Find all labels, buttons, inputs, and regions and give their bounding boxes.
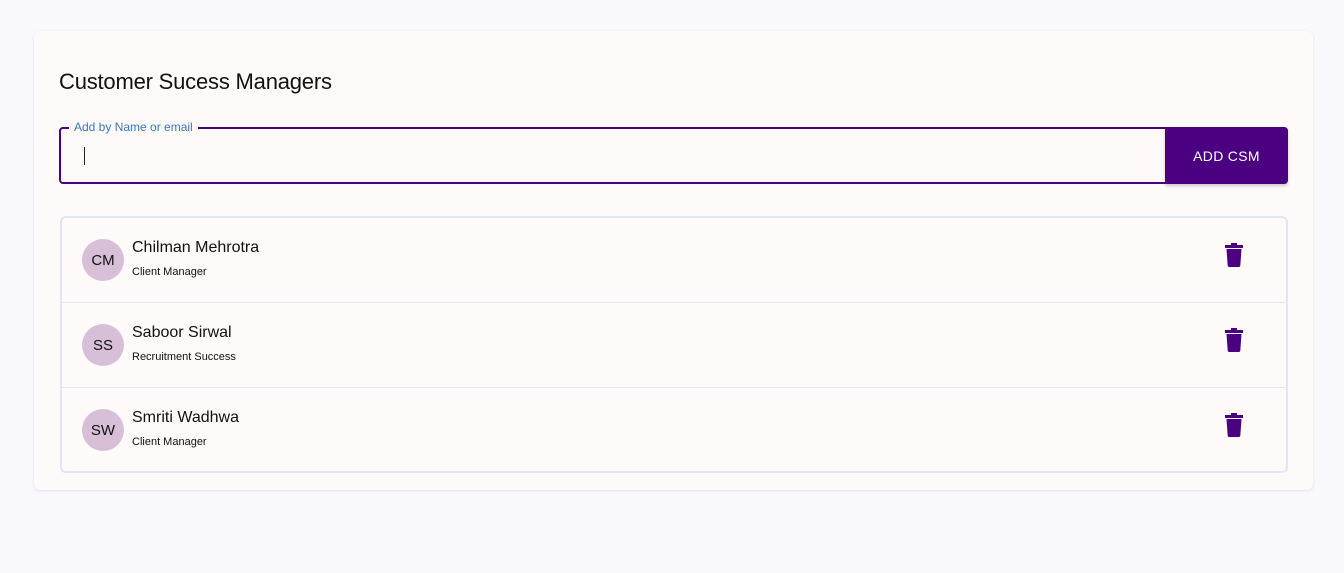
manager-name: Smriti Wadhwa (132, 409, 239, 426)
page-title: Customer Sucess Managers (59, 69, 332, 94)
csm-list: CM Chilman Mehrotra Client Manager SS Sa… (60, 216, 1288, 473)
manager-role: Recruitment Success (132, 351, 236, 363)
avatar: SS (82, 324, 124, 366)
delete-button[interactable] (1220, 240, 1248, 270)
list-item: SS Saboor Sirwal Recruitment Success (62, 303, 1286, 388)
delete-button[interactable] (1220, 410, 1248, 440)
search-field-label: Add by Name or email (69, 121, 198, 134)
add-csm-button[interactable]: ADD CSM (1165, 127, 1288, 184)
avatar: CM (82, 239, 124, 281)
manager-role: Client Manager (132, 266, 207, 278)
text-caret (84, 147, 85, 165)
manager-name: Chilman Mehrotra (132, 239, 260, 256)
list-item: CM Chilman Mehrotra Client Manager (62, 218, 1286, 303)
manager-role: Client Manager (132, 436, 207, 448)
csm-card: Customer Sucess Managers Add by Name or … (34, 31, 1313, 490)
manager-name: Saboor Sirwal (132, 324, 232, 341)
delete-button[interactable] (1220, 325, 1248, 355)
trash-icon (1225, 243, 1243, 267)
avatar: SW (82, 409, 124, 451)
search-field[interactable]: Add by Name or email (59, 121, 1288, 184)
list-item: SW Smriti Wadhwa Client Manager (62, 388, 1286, 472)
trash-icon (1225, 328, 1243, 352)
trash-icon (1225, 413, 1243, 437)
search-input[interactable] (84, 141, 1134, 171)
